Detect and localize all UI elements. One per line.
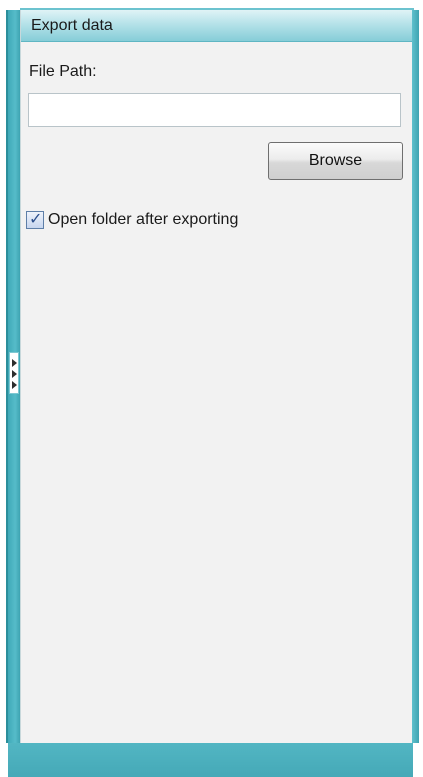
panel-title: Export data (31, 17, 113, 34)
splitter-grip[interactable] (9, 352, 19, 394)
open-folder-option[interactable]: ✓ Open folder after exporting (26, 209, 238, 231)
collapse-arrow-icon (12, 381, 17, 389)
collapse-arrow-icon (12, 370, 17, 378)
export-data-panel: Export data File Path: Browse ✓ Open fol… (20, 10, 413, 743)
open-folder-label[interactable]: Open folder after exporting (48, 211, 238, 229)
panel-header: Export data (21, 10, 413, 42)
checkmark-icon: ✓ (29, 209, 43, 228)
browse-button[interactable]: Browse (268, 142, 403, 180)
collapse-arrow-icon (12, 359, 17, 367)
open-folder-checkbox[interactable]: ✓ (26, 209, 44, 229)
export-window: Export data File Path: Browse ✓ Open fol… (0, 0, 423, 777)
right-edge-bar (412, 10, 419, 743)
file-path-input[interactable] (28, 93, 401, 127)
bottom-dock-bar (8, 743, 413, 777)
file-path-label: File Path: (29, 63, 97, 80)
